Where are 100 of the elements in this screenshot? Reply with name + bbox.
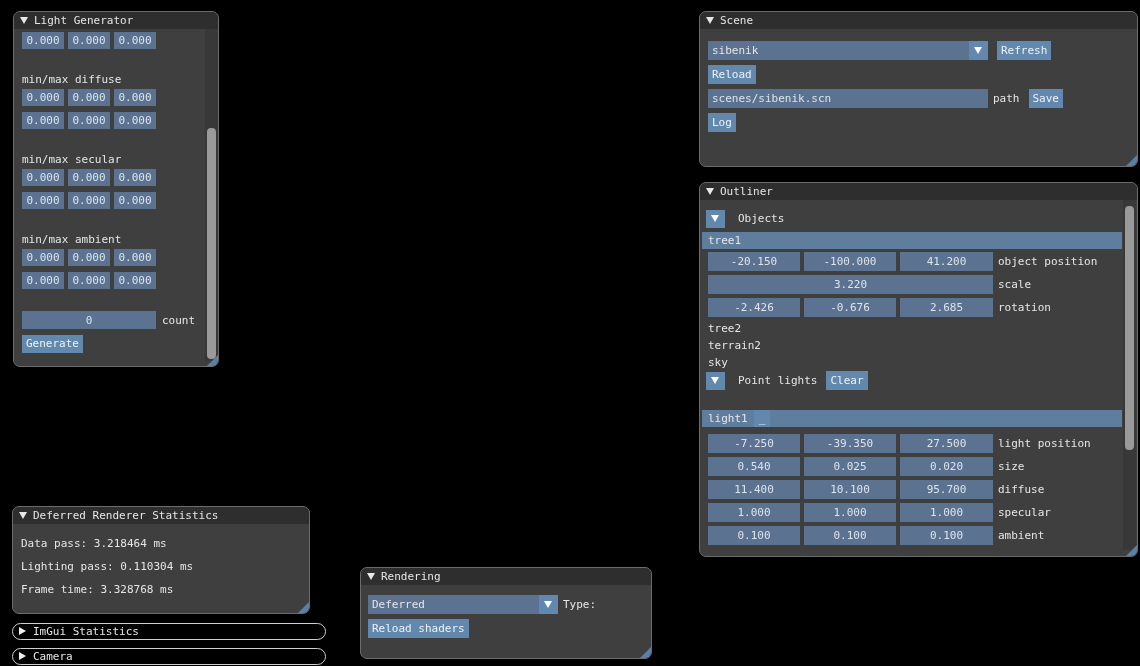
- number-field[interactable]: 0.025: [804, 457, 896, 476]
- number-field[interactable]: 3.220: [708, 275, 993, 294]
- title-bar[interactable]: Outliner: [700, 183, 1137, 200]
- type-dropdown[interactable]: Deferred: [368, 595, 558, 614]
- scrollbar[interactable]: [1123, 200, 1136, 550]
- collapse-arrow-icon[interactable]: [18, 627, 27, 636]
- tree-item[interactable]: sky: [702, 354, 1122, 371]
- number-field[interactable]: 95.700: [900, 480, 993, 499]
- tree-item[interactable]: tree1: [702, 232, 1122, 249]
- number-field[interactable]: 0.000: [114, 169, 156, 186]
- number-field[interactable]: 0.000: [68, 272, 110, 289]
- tree-item[interactable]: tree2: [702, 320, 1122, 337]
- path-field[interactable]: scenes/sibenik.scn: [708, 89, 988, 108]
- field-label: object position: [997, 254, 1099, 270]
- resize-grip[interactable]: [298, 602, 309, 613]
- save-button[interactable]: Save: [1028, 89, 1063, 108]
- number-field[interactable]: 2.685: [900, 298, 993, 317]
- number-field[interactable]: -39.350: [804, 434, 896, 453]
- number-field[interactable]: -100.000: [804, 252, 896, 271]
- field-label: diffuse: [997, 482, 1046, 498]
- number-field[interactable]: 0.000: [68, 249, 110, 266]
- collapse-arrow-icon[interactable]: [367, 572, 376, 581]
- number-field[interactable]: 0.540: [708, 457, 800, 476]
- reload-button[interactable]: Reload: [708, 65, 756, 84]
- number-field[interactable]: 0.000: [114, 112, 156, 129]
- window-title: Deferred Renderer Statistics: [33, 509, 219, 522]
- collapsed-window[interactable]: ImGui Statistics: [12, 623, 326, 640]
- number-field[interactable]: 27.500: [900, 434, 993, 453]
- number-field[interactable]: 10.100: [804, 480, 896, 499]
- number-field[interactable]: 0.000: [68, 112, 110, 129]
- collapse-button[interactable]: [706, 371, 725, 390]
- caret-icon: [711, 214, 720, 223]
- scrollbar[interactable]: [205, 29, 218, 361]
- number-field[interactable]: -7.250: [708, 434, 800, 453]
- resize-grip[interactable]: [1126, 155, 1137, 166]
- number-field[interactable]: 0.000: [22, 112, 64, 129]
- window-title: Camera: [33, 650, 73, 663]
- window-title: Light Generator: [34, 14, 134, 27]
- caret-icon: [711, 376, 720, 385]
- collapse-arrow-icon[interactable]: [20, 16, 29, 25]
- number-field[interactable]: 0.000: [114, 249, 156, 266]
- number-field[interactable]: 0.020: [900, 457, 993, 476]
- number-field[interactable]: 0.000: [68, 192, 110, 209]
- resize-grip[interactable]: [1126, 545, 1137, 556]
- resize-grip[interactable]: [640, 647, 651, 658]
- title-bar[interactable]: Light Generator: [14, 12, 218, 29]
- resize-grip[interactable]: [207, 355, 218, 366]
- number-field[interactable]: 0.000: [68, 169, 110, 186]
- number-field[interactable]: 0.100: [708, 526, 800, 545]
- number-field[interactable]: 0.000: [22, 272, 64, 289]
- number-field[interactable]: 0.000: [114, 192, 156, 209]
- collapse-arrow-icon[interactable]: [706, 16, 715, 25]
- field-label: ambient: [997, 528, 1046, 544]
- number-field[interactable]: 0.000: [22, 169, 64, 186]
- number-field[interactable]: 0.000: [68, 89, 110, 106]
- field-label: count: [162, 312, 196, 329]
- number-field[interactable]: 1.000: [900, 503, 993, 522]
- number-field[interactable]: 0.100: [900, 526, 993, 545]
- number-field[interactable]: 0.000: [114, 272, 156, 289]
- number-field[interactable]: 1.000: [708, 503, 800, 522]
- generate-button[interactable]: Generate: [22, 335, 83, 353]
- window-title: ImGui Statistics: [33, 625, 139, 638]
- refresh-button[interactable]: Refresh: [997, 41, 1052, 60]
- number-field[interactable]: 0.000: [114, 89, 156, 106]
- number-field[interactable]: 0.000: [68, 32, 110, 49]
- count-field[interactable]: 0: [22, 311, 156, 329]
- log-button[interactable]: Log: [708, 113, 736, 132]
- group-label: min/max secular: [22, 152, 123, 168]
- number-field[interactable]: 0.100: [804, 526, 896, 545]
- tree-item[interactable]: terrain2: [702, 337, 1122, 354]
- title-bar[interactable]: Scene: [700, 12, 1137, 29]
- number-field[interactable]: -0.676: [804, 298, 896, 317]
- number-field[interactable]: 0.000: [22, 89, 64, 106]
- number-field[interactable]: 11.400: [708, 480, 800, 499]
- group-label: min/max diffuse: [22, 72, 123, 88]
- number-field[interactable]: 1.000: [804, 503, 896, 522]
- section-label: Point lights: [738, 373, 818, 389]
- remove-button[interactable]: _: [753, 410, 771, 427]
- collapse-arrow-icon[interactable]: [19, 511, 28, 520]
- caret-icon: [544, 600, 553, 609]
- title-bar[interactable]: Deferred Renderer Statistics: [13, 507, 309, 524]
- number-field[interactable]: 0.000: [22, 249, 64, 266]
- collapse-arrow-icon[interactable]: [706, 187, 715, 196]
- collapse-arrow-icon[interactable]: [18, 652, 27, 661]
- stat-text: Frame time: 3.328768 ms: [21, 582, 175, 598]
- caret-icon: [974, 46, 983, 55]
- title-bar[interactable]: Rendering: [361, 568, 651, 585]
- collapse-button[interactable]: [706, 209, 725, 228]
- collapsed-window[interactable]: Camera: [12, 648, 326, 665]
- tree-item[interactable]: light1 _: [702, 410, 1122, 427]
- number-field[interactable]: 0.000: [114, 32, 156, 49]
- number-field[interactable]: 0.000: [22, 32, 64, 49]
- number-field[interactable]: 41.200: [900, 252, 993, 271]
- number-field[interactable]: -20.150: [708, 252, 800, 271]
- scene-dropdown[interactable]: sibenik: [708, 41, 988, 60]
- reload-shaders-button[interactable]: Reload shaders: [368, 619, 469, 638]
- number-field[interactable]: -2.426: [708, 298, 800, 317]
- stat-text: Data pass: 3.218464 ms: [21, 536, 168, 552]
- clear-button[interactable]: Clear: [826, 371, 868, 390]
- number-field[interactable]: 0.000: [22, 192, 64, 209]
